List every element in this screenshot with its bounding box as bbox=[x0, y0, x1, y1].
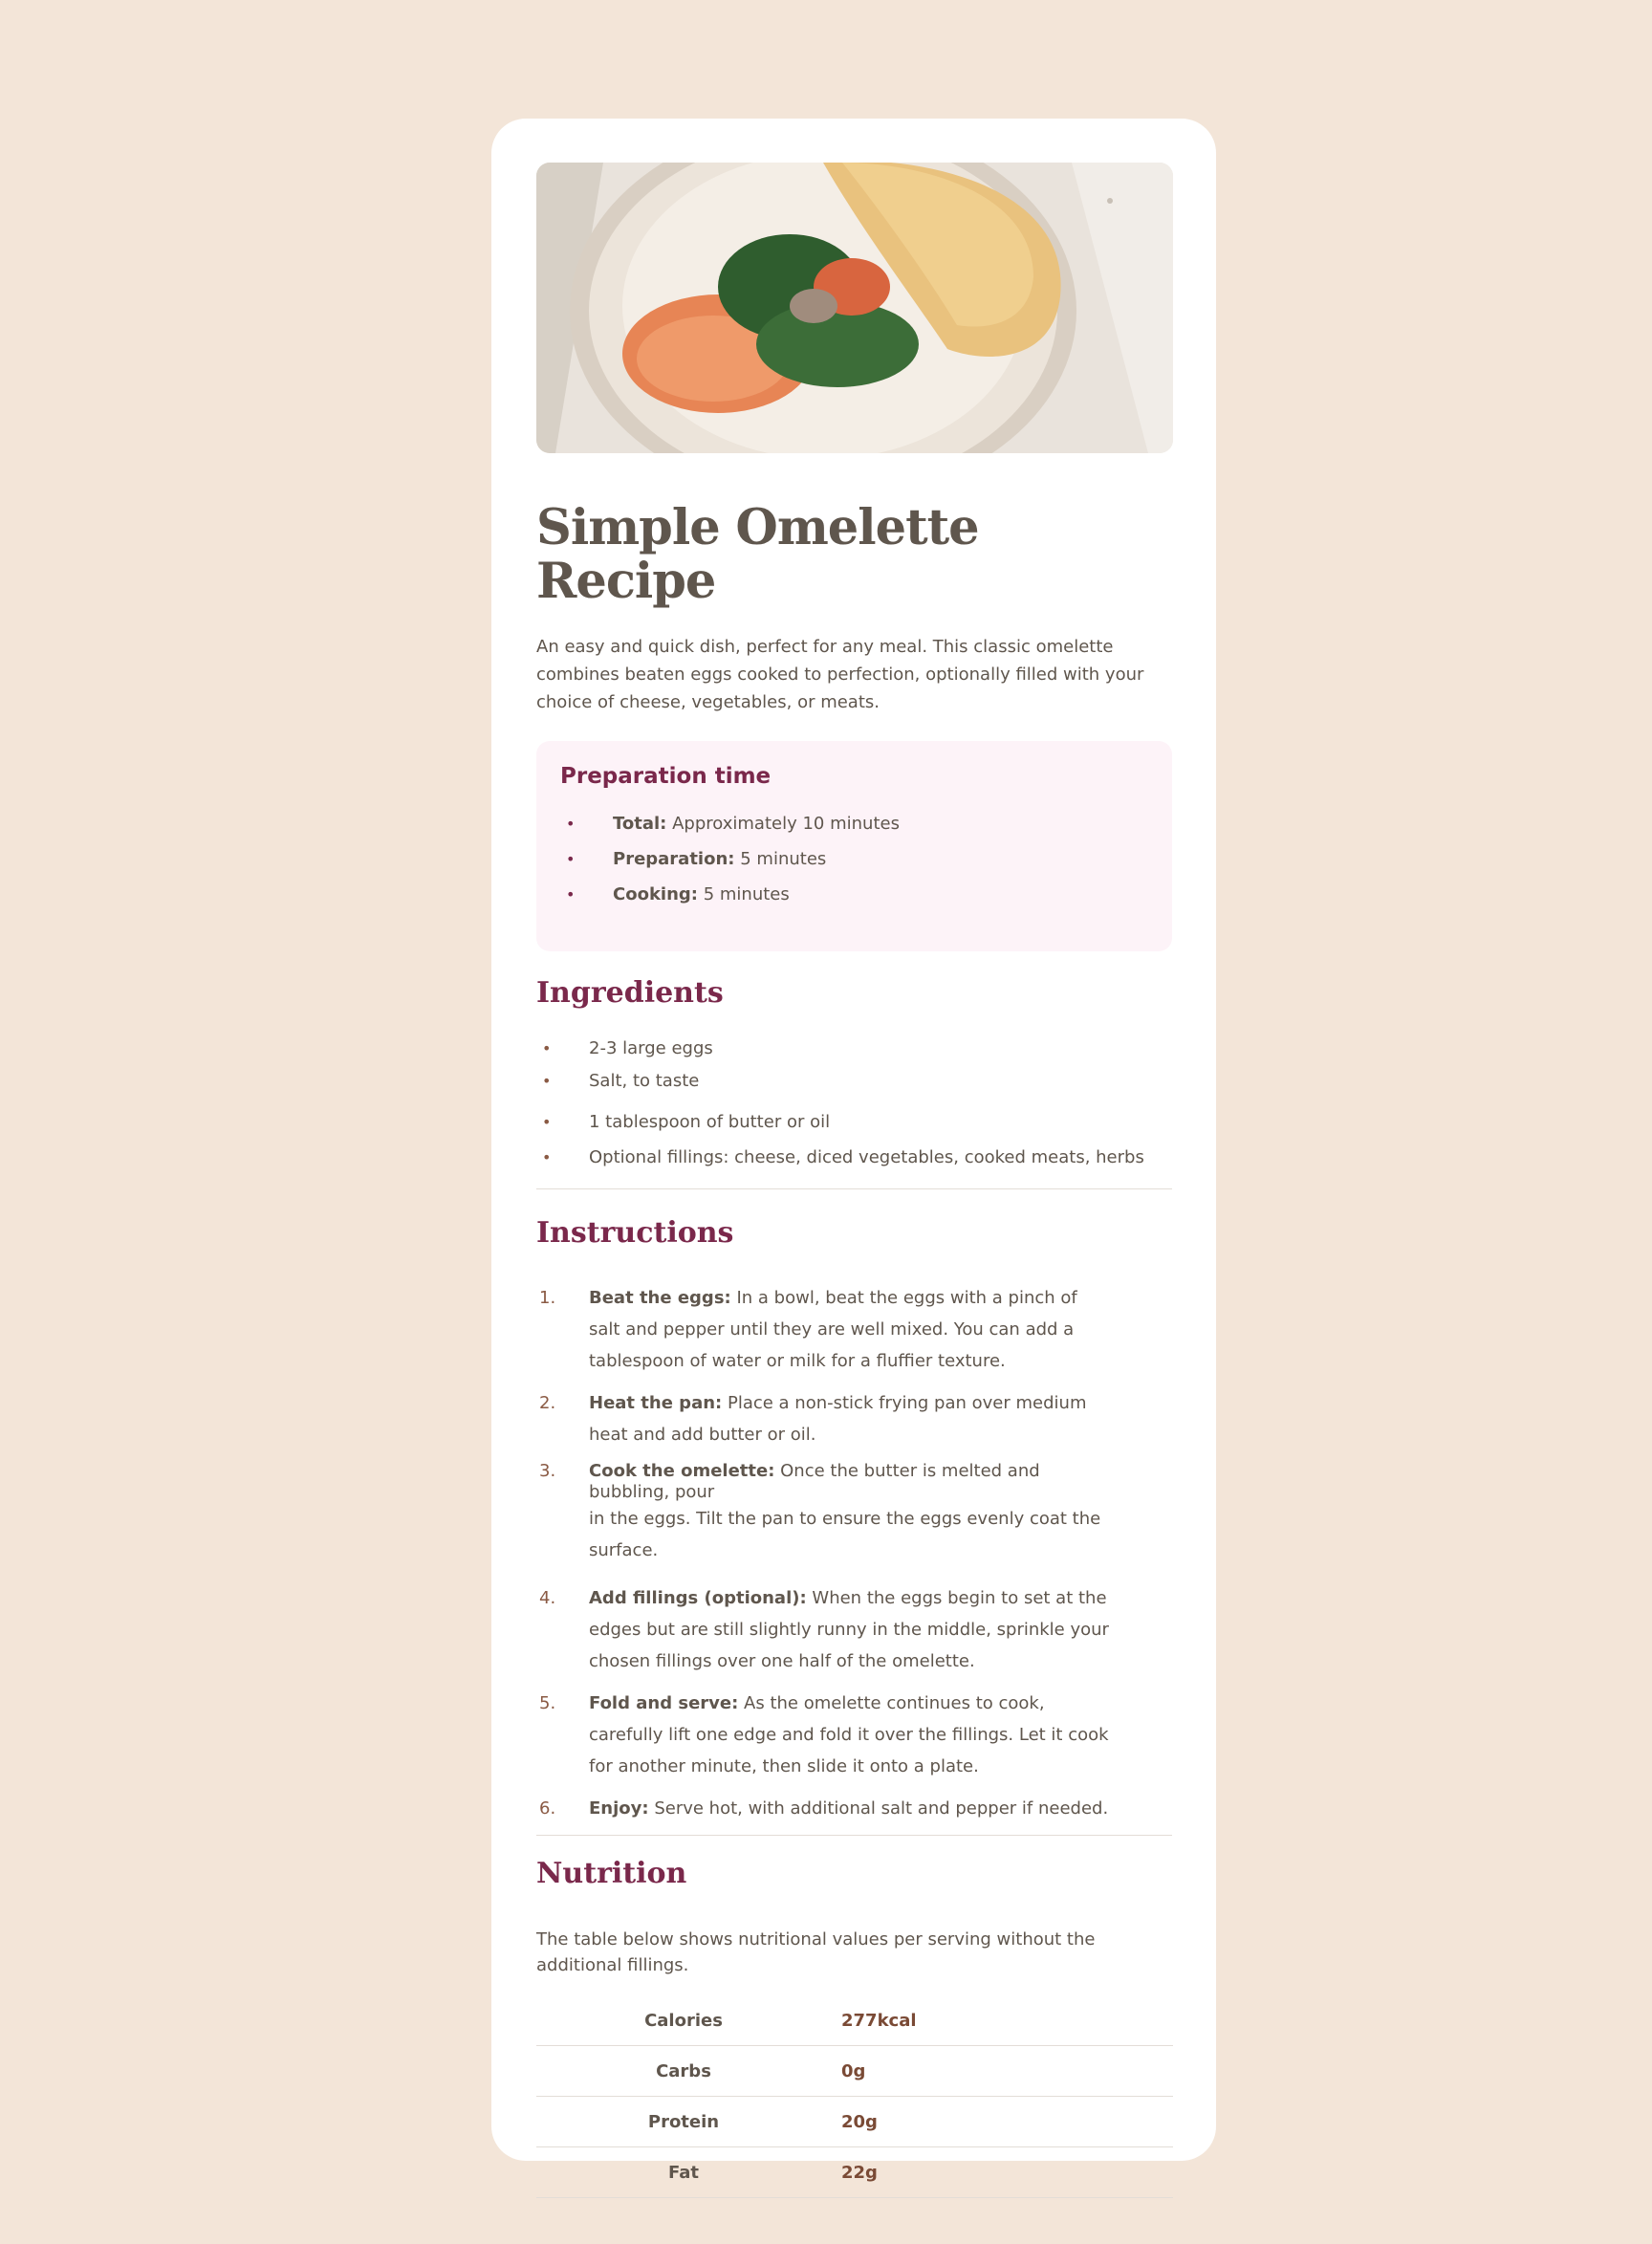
step-label: Enjoy: bbox=[589, 1798, 649, 1819]
list-item: 1 tablespoon of butter or oil bbox=[536, 1104, 1172, 1140]
nutrition-description: The table below shows nutritional values… bbox=[536, 1929, 1096, 1976]
nutrient-value: 22g bbox=[828, 2146, 1173, 2199]
step-number: 4. bbox=[539, 1588, 556, 1609]
nutrient-name: Carbs bbox=[536, 2045, 828, 2098]
preparation-list: Total: Approximately 10 minutes Preparat… bbox=[560, 806, 1148, 912]
divider bbox=[536, 1188, 1172, 1190]
ingredients-section: Ingredients 2-3 large eggs Salt, to tast… bbox=[536, 976, 1172, 1175]
preparation-box: Preparation time Total: Approximately 10… bbox=[536, 741, 1172, 952]
step-number: 6. bbox=[539, 1798, 556, 1819]
nutrient-name: Protein bbox=[536, 2096, 828, 2148]
omelette-photo bbox=[536, 163, 1173, 453]
instructions-list: 1. Beat the eggs: In a bowl, beat the egg… bbox=[536, 1282, 1110, 1824]
preparation-heading: Preparation time bbox=[560, 764, 772, 790]
instruction-step: 2. Heat the pan: Place a non-stick frying… bbox=[536, 1387, 1110, 1450]
step-label: Fold and serve: bbox=[589, 1693, 739, 1714]
ingredients-heading: Ingredients bbox=[536, 976, 724, 1011]
table-row: Protein 20g bbox=[536, 2096, 1173, 2148]
step-text-continued: in the eggs. Tilt the pan to ensure the … bbox=[589, 1509, 1101, 1561]
step-label: Add fillings (optional): bbox=[589, 1588, 807, 1609]
list-item: Cooking: 5 minutes bbox=[560, 877, 1148, 912]
instruction-step: 5. Fold and serve: As the omelette contin… bbox=[536, 1688, 1110, 1782]
instruction-step: 3. Cook the omelette: Once the butter is … bbox=[536, 1461, 1110, 1566]
table-row: Carbs 0g bbox=[536, 2045, 1173, 2098]
nutrition-heading: Nutrition bbox=[536, 1857, 687, 1891]
prep-label: Preparation: bbox=[613, 849, 735, 870]
recipe-card: Simple Omelette Recipe An easy and quick… bbox=[491, 119, 1216, 2199]
instructions-section: Instructions 1. Beat the eggs: In a bowl,… bbox=[536, 1216, 1172, 1824]
table-row: Fat 22g bbox=[536, 2146, 1173, 2199]
list-item: Optional fillings: cheese, diced vegetab… bbox=[536, 1140, 1172, 1175]
prep-value: 5 minutes bbox=[703, 884, 790, 905]
recipe-intro: An easy and quick dish, perfect for any … bbox=[536, 637, 1144, 713]
instruction-step: 6. Enjoy: Serve hot, with additional salt… bbox=[536, 1793, 1110, 1824]
nutrient-value: 20g bbox=[828, 2096, 1173, 2148]
nutrient-value: 0g bbox=[828, 2045, 1173, 2098]
prep-label: Total: bbox=[613, 814, 667, 835]
list-item: 2-3 large eggs bbox=[536, 1031, 1172, 1066]
table-row: Calories 277kcal bbox=[536, 1995, 1173, 2047]
step-number: 5. bbox=[539, 1693, 556, 1714]
nutrient-name: Calories bbox=[536, 1995, 828, 2047]
list-item: Preparation: 5 minutes bbox=[560, 841, 1148, 877]
recipe-title: Simple Omelette Recipe bbox=[536, 499, 980, 611]
divider bbox=[536, 1835, 1172, 1837]
step-number: 2. bbox=[539, 1393, 556, 1414]
step-number: 3. bbox=[539, 1461, 556, 1482]
ingredients-list: 2-3 large eggs Salt, to taste 1 tablespo… bbox=[536, 1031, 1172, 1175]
nutrient-name: Fat bbox=[536, 2146, 828, 2199]
list-item: Salt, to taste bbox=[536, 1066, 1172, 1104]
list-item: Total: Approximately 10 minutes bbox=[560, 806, 1148, 841]
step-label: Beat the eggs: bbox=[589, 1288, 731, 1309]
instruction-step: 4. Add fillings (optional): When the eggs… bbox=[536, 1582, 1110, 1677]
prep-value: Approximately 10 minutes bbox=[672, 814, 900, 835]
step-number: 1. bbox=[539, 1288, 556, 1309]
instruction-step: 1. Beat the eggs: In a bowl, beat the egg… bbox=[536, 1282, 1110, 1377]
nutrition-section: Nutrition The table below shows nutritio… bbox=[536, 1857, 1173, 2199]
prep-value: 5 minutes bbox=[740, 849, 827, 870]
instructions-heading: Instructions bbox=[536, 1216, 734, 1251]
step-label: Cook the omelette: bbox=[589, 1461, 775, 1482]
nutrient-value: 277kcal bbox=[828, 1995, 1173, 2047]
omelette-image bbox=[536, 163, 1173, 453]
step-label: Heat the pan: bbox=[589, 1393, 723, 1414]
step-text: Serve hot, with additional salt and pepp… bbox=[654, 1798, 1109, 1819]
nutrition-table: Calories 277kcal Carbs 0g Protein 20g Fat 22… bbox=[536, 1995, 1173, 2199]
prep-label: Cooking: bbox=[613, 884, 698, 905]
